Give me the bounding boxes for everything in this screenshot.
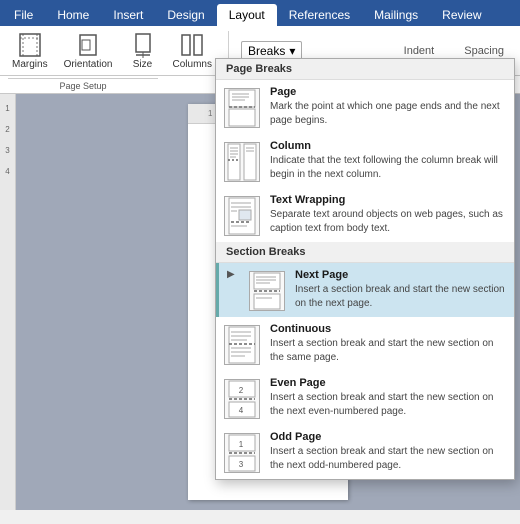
columns-icon [178, 31, 206, 59]
next-page-desc: Insert a section break and start the new… [295, 283, 506, 310]
page-title: Page [270, 86, 506, 98]
tab-design[interactable]: Design [155, 4, 216, 26]
next-page-arrow-icon: ▶ [227, 269, 235, 280]
section-breaks-header: Section Breaks [216, 242, 514, 263]
columns-button[interactable]: Columns [169, 29, 216, 72]
tab-home[interactable]: Home [45, 4, 101, 26]
page-item-text: Page Mark the point at which one page en… [270, 86, 506, 127]
orientation-label: Orientation [64, 59, 113, 70]
continuous-item-text: Continuous Insert a section break and st… [270, 323, 506, 364]
next-page-title: Next Page [295, 269, 506, 281]
continuous-desc: Insert a section break and start the new… [270, 337, 506, 364]
tab-layout[interactable]: Layout [217, 4, 277, 26]
tab-insert[interactable]: Insert [101, 4, 155, 26]
breaks-label: Breaks [248, 44, 285, 58]
text-wrapping-break-icon [224, 196, 260, 236]
size-icon [129, 31, 157, 59]
even-page-item-text: Even Page Insert a section break and sta… [270, 377, 506, 418]
even-page-desc: Insert a section break and start the new… [270, 391, 506, 418]
orientation-icon [74, 31, 102, 59]
continuous-break-icon [224, 325, 260, 365]
page-break-icon [224, 88, 260, 128]
menu-item-continuous[interactable]: Continuous Insert a section break and st… [216, 317, 514, 371]
svg-text:2: 2 [239, 386, 244, 395]
odd-page-title: Odd Page [270, 431, 506, 443]
page-breaks-header: Page Breaks [216, 59, 514, 80]
spacing-label: Spacing [464, 45, 504, 57]
margins-icon [16, 31, 44, 59]
continuous-title: Continuous [270, 323, 506, 335]
svg-text:4: 4 [239, 406, 244, 415]
tab-file[interactable]: File [2, 4, 45, 26]
size-label: Size [133, 59, 152, 70]
svg-text:3: 3 [239, 460, 244, 469]
margins-button[interactable]: Margins [8, 29, 52, 72]
column-desc: Indicate that the text following the col… [270, 154, 506, 181]
odd-page-item-text: Odd Page Insert a section break and star… [270, 431, 506, 472]
text-wrapping-title: Text Wrapping [270, 194, 506, 206]
next-page-item-text: Next Page Insert a section break and sta… [295, 269, 506, 310]
ribbon-tabs: File Home Insert Design Layout Reference… [0, 0, 520, 26]
menu-item-next-page[interactable]: ▶ Next Page Insert a section break and s… [216, 263, 514, 317]
column-title: Column [270, 140, 506, 152]
breaks-dropdown-menu: Page Breaks Page Mark the point at which… [215, 58, 515, 480]
text-wrapping-item-text: Text Wrapping Separate text around objec… [270, 194, 506, 235]
orientation-button[interactable]: Orientation [60, 29, 117, 72]
menu-item-column[interactable]: Column Indicate that the text following … [216, 134, 514, 188]
menu-item-page[interactable]: Page Mark the point at which one page en… [216, 80, 514, 134]
margins-label: Margins [12, 59, 48, 70]
columns-label: Columns [173, 59, 212, 70]
tab-mailings[interactable]: Mailings [362, 4, 430, 26]
indent-label: Indent [404, 45, 435, 57]
even-page-break-icon: 2 4 [224, 379, 260, 419]
page-desc: Mark the point at which one page ends an… [270, 100, 506, 127]
even-page-title: Even Page [270, 377, 506, 389]
column-break-icon [224, 142, 260, 182]
breaks-dropdown-arrow: ▾ [289, 44, 295, 58]
menu-item-odd-page[interactable]: 1 3 Odd Page Insert a section break and … [216, 425, 514, 479]
ruler-side: 1 2 3 4 [0, 94, 16, 510]
page-setup-label: Page Setup [8, 78, 158, 91]
menu-item-text-wrapping[interactable]: Text Wrapping Separate text around objec… [216, 188, 514, 242]
odd-page-desc: Insert a section break and start the new… [270, 445, 506, 472]
tab-review[interactable]: Review [430, 4, 493, 26]
tab-references[interactable]: References [277, 4, 362, 26]
svg-text:1: 1 [239, 440, 244, 449]
next-page-break-icon [249, 271, 285, 311]
menu-item-even-page[interactable]: 2 4 Even Page Insert a section break and… [216, 371, 514, 425]
size-button[interactable]: Size [125, 29, 161, 72]
text-wrapping-desc: Separate text around objects on web page… [270, 208, 506, 235]
odd-page-break-icon: 1 3 [224, 433, 260, 473]
column-item-text: Column Indicate that the text following … [270, 140, 506, 181]
